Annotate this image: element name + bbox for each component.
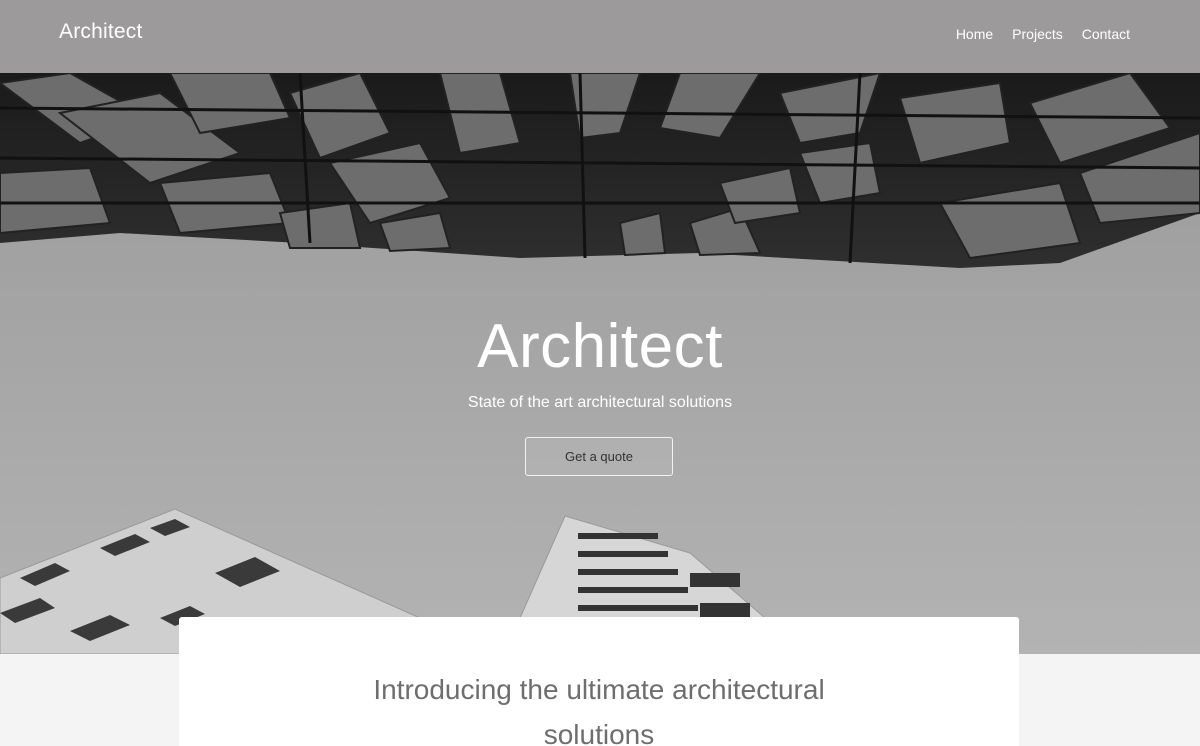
- nav-link-home[interactable]: Home: [956, 26, 993, 42]
- brand-logo-link[interactable]: Architect: [59, 20, 143, 44]
- hero-section: Architect State of the art architectural…: [0, 73, 1200, 654]
- main-nav: Home Projects Contact: [956, 26, 1130, 42]
- nav-link-projects[interactable]: Projects: [1012, 26, 1063, 42]
- site-header: Architect Home Projects Contact: [0, 0, 1200, 73]
- intro-card: Introducing the ultimate architectural s…: [179, 617, 1019, 746]
- hero-title: Architect: [477, 312, 723, 381]
- get-quote-button[interactable]: Get a quote: [525, 437, 673, 476]
- hero-subtitle: State of the art architectural solutions: [467, 394, 733, 411]
- intro-heading: Introducing the ultimate architectural s…: [373, 674, 825, 746]
- nav-link-contact[interactable]: Contact: [1082, 26, 1130, 42]
